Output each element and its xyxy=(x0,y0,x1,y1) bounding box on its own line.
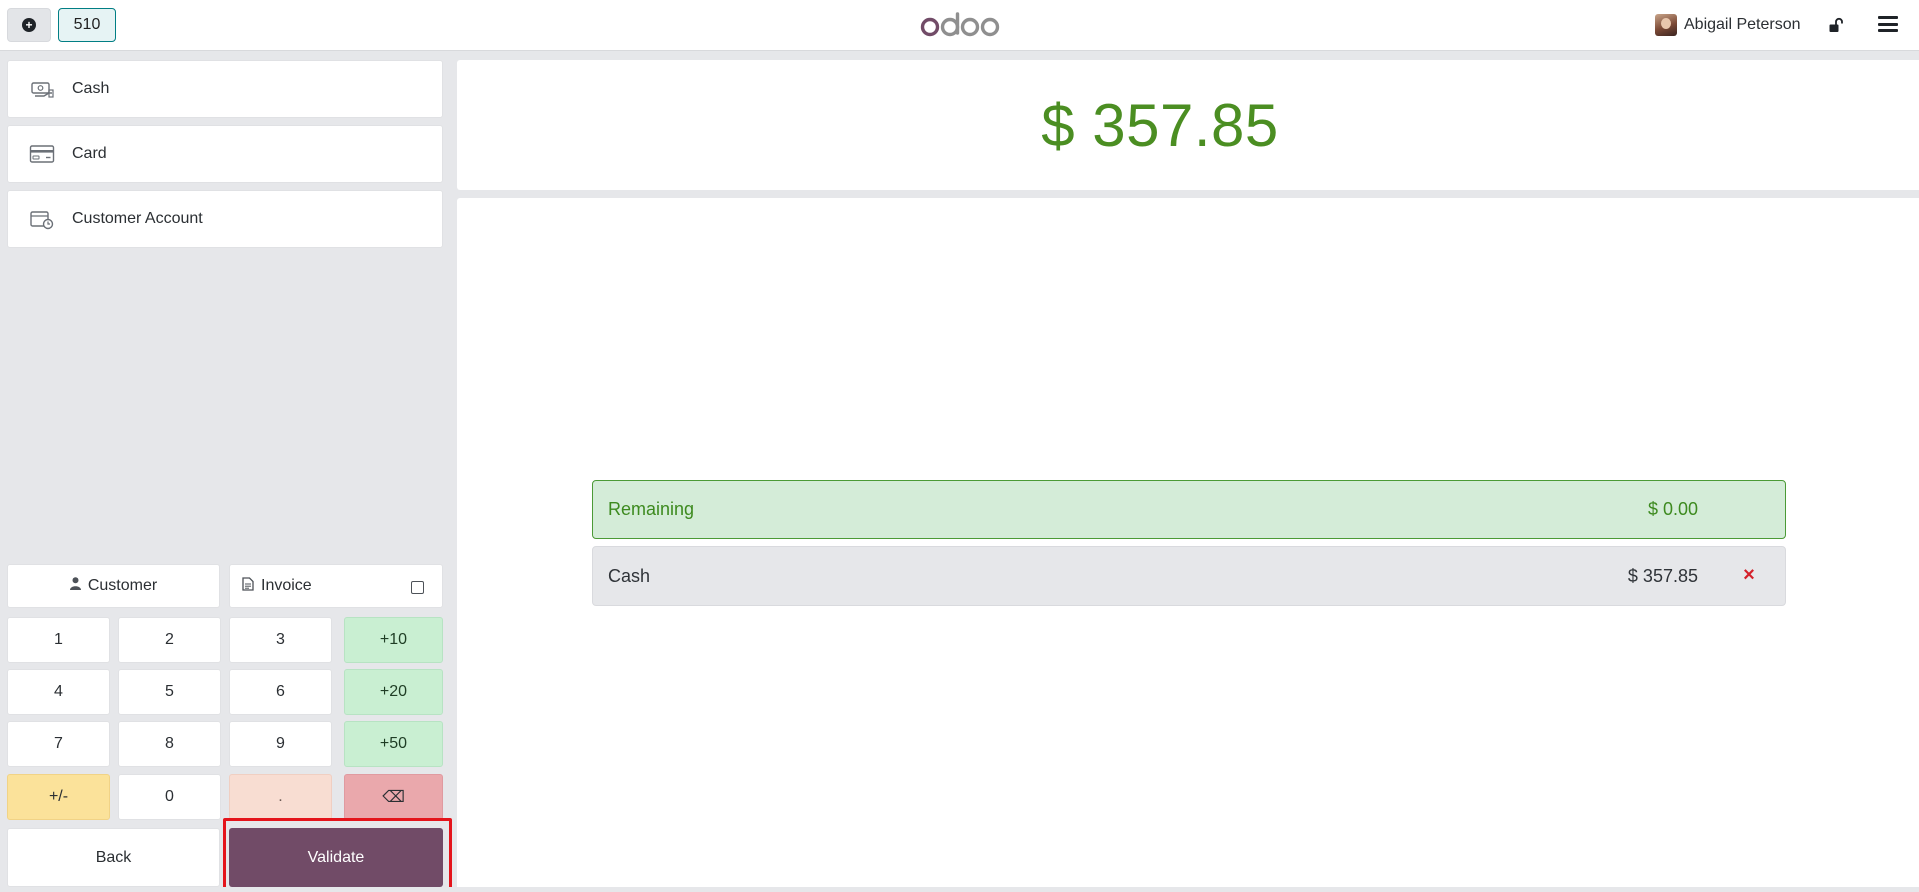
numpad-key-5[interactable]: 5 xyxy=(118,669,221,715)
numpad-key-plus-20[interactable]: +20 xyxy=(344,669,443,715)
payment-line-amount: $ 357.85 xyxy=(1627,566,1698,586)
user-menu[interactable]: Abigail Peterson xyxy=(1655,12,1801,38)
total-due-amount: $ 357.85 xyxy=(1041,91,1279,159)
wallet-clock-icon xyxy=(29,209,55,230)
user-name: Abigail Peterson xyxy=(1684,16,1801,33)
customer-button-label: Customer xyxy=(87,577,158,594)
payment-line-method: Cash xyxy=(608,566,651,586)
hamburger-icon[interactable] xyxy=(1877,14,1899,34)
top-bar: + 510 Abigail Peterson xyxy=(0,0,1919,51)
numpad-key-backspace[interactable]: ⌫ xyxy=(344,774,443,820)
numpad-key-3[interactable]: 3 xyxy=(229,617,332,663)
total-due-panel: $ 357.85 xyxy=(457,60,1919,190)
odoo-logo xyxy=(915,8,1005,42)
invoice-checkbox[interactable] xyxy=(411,581,424,594)
payment-method-customer-account[interactable]: Customer Account xyxy=(7,190,443,248)
back-button[interactable]: Back xyxy=(7,828,220,887)
numpad-key-2[interactable]: 2 xyxy=(118,617,221,663)
invoice-button[interactable]: Invoice xyxy=(229,564,443,608)
remaining-amount: $ 0.00 xyxy=(1647,499,1698,519)
payment-method-card[interactable]: Card xyxy=(7,125,443,183)
remaining-label: Remaining xyxy=(608,499,695,519)
payment-lines-panel xyxy=(457,198,1919,892)
numpad-key-sign[interactable]: +/- xyxy=(7,774,110,820)
numpad-key-plus-10[interactable]: +10 xyxy=(344,617,443,663)
bottom-edge xyxy=(0,887,1919,892)
payment-line[interactable]: Cash $ 357.85 × xyxy=(592,546,1786,606)
unlocked-icon[interactable] xyxy=(1826,15,1846,35)
numpad-key-9[interactable]: 9 xyxy=(229,721,332,767)
remaining-row: Remaining $ 0.00 xyxy=(592,480,1786,539)
numpad-key-plus-50[interactable]: +50 xyxy=(344,721,443,767)
file-text-icon xyxy=(242,576,254,596)
delete-payment-line-icon[interactable]: × xyxy=(1739,563,1759,587)
cash-icon xyxy=(29,79,55,99)
payment-method-cash[interactable]: Cash xyxy=(7,60,443,118)
customer-button[interactable]: Customer xyxy=(7,564,220,608)
plus-circle-icon: + xyxy=(22,18,36,32)
numpad-key-decimal[interactable]: . xyxy=(229,774,332,820)
new-order-button[interactable]: + xyxy=(7,8,51,42)
payment-method-label: Customer Account xyxy=(72,210,203,227)
numpad-key-6[interactable]: 6 xyxy=(229,669,332,715)
payment-method-label: Cash xyxy=(72,80,110,97)
numpad-key-8[interactable]: 8 xyxy=(118,721,221,767)
odoo-logo-mark xyxy=(920,12,1000,37)
validate-button[interactable]: Validate xyxy=(229,828,443,887)
invoice-button-label: Invoice xyxy=(261,577,312,594)
numpad-key-1[interactable]: 1 xyxy=(7,617,110,663)
numpad-key-7[interactable]: 7 xyxy=(7,721,110,767)
user-avatar xyxy=(1655,14,1677,36)
payment-method-label: Card xyxy=(72,145,107,162)
numpad-key-0[interactable]: 0 xyxy=(118,774,221,820)
numpad-key-4[interactable]: 4 xyxy=(7,669,110,715)
user-icon xyxy=(69,577,81,595)
order-tab[interactable]: 510 xyxy=(58,8,116,42)
credit-card-icon xyxy=(29,144,55,164)
